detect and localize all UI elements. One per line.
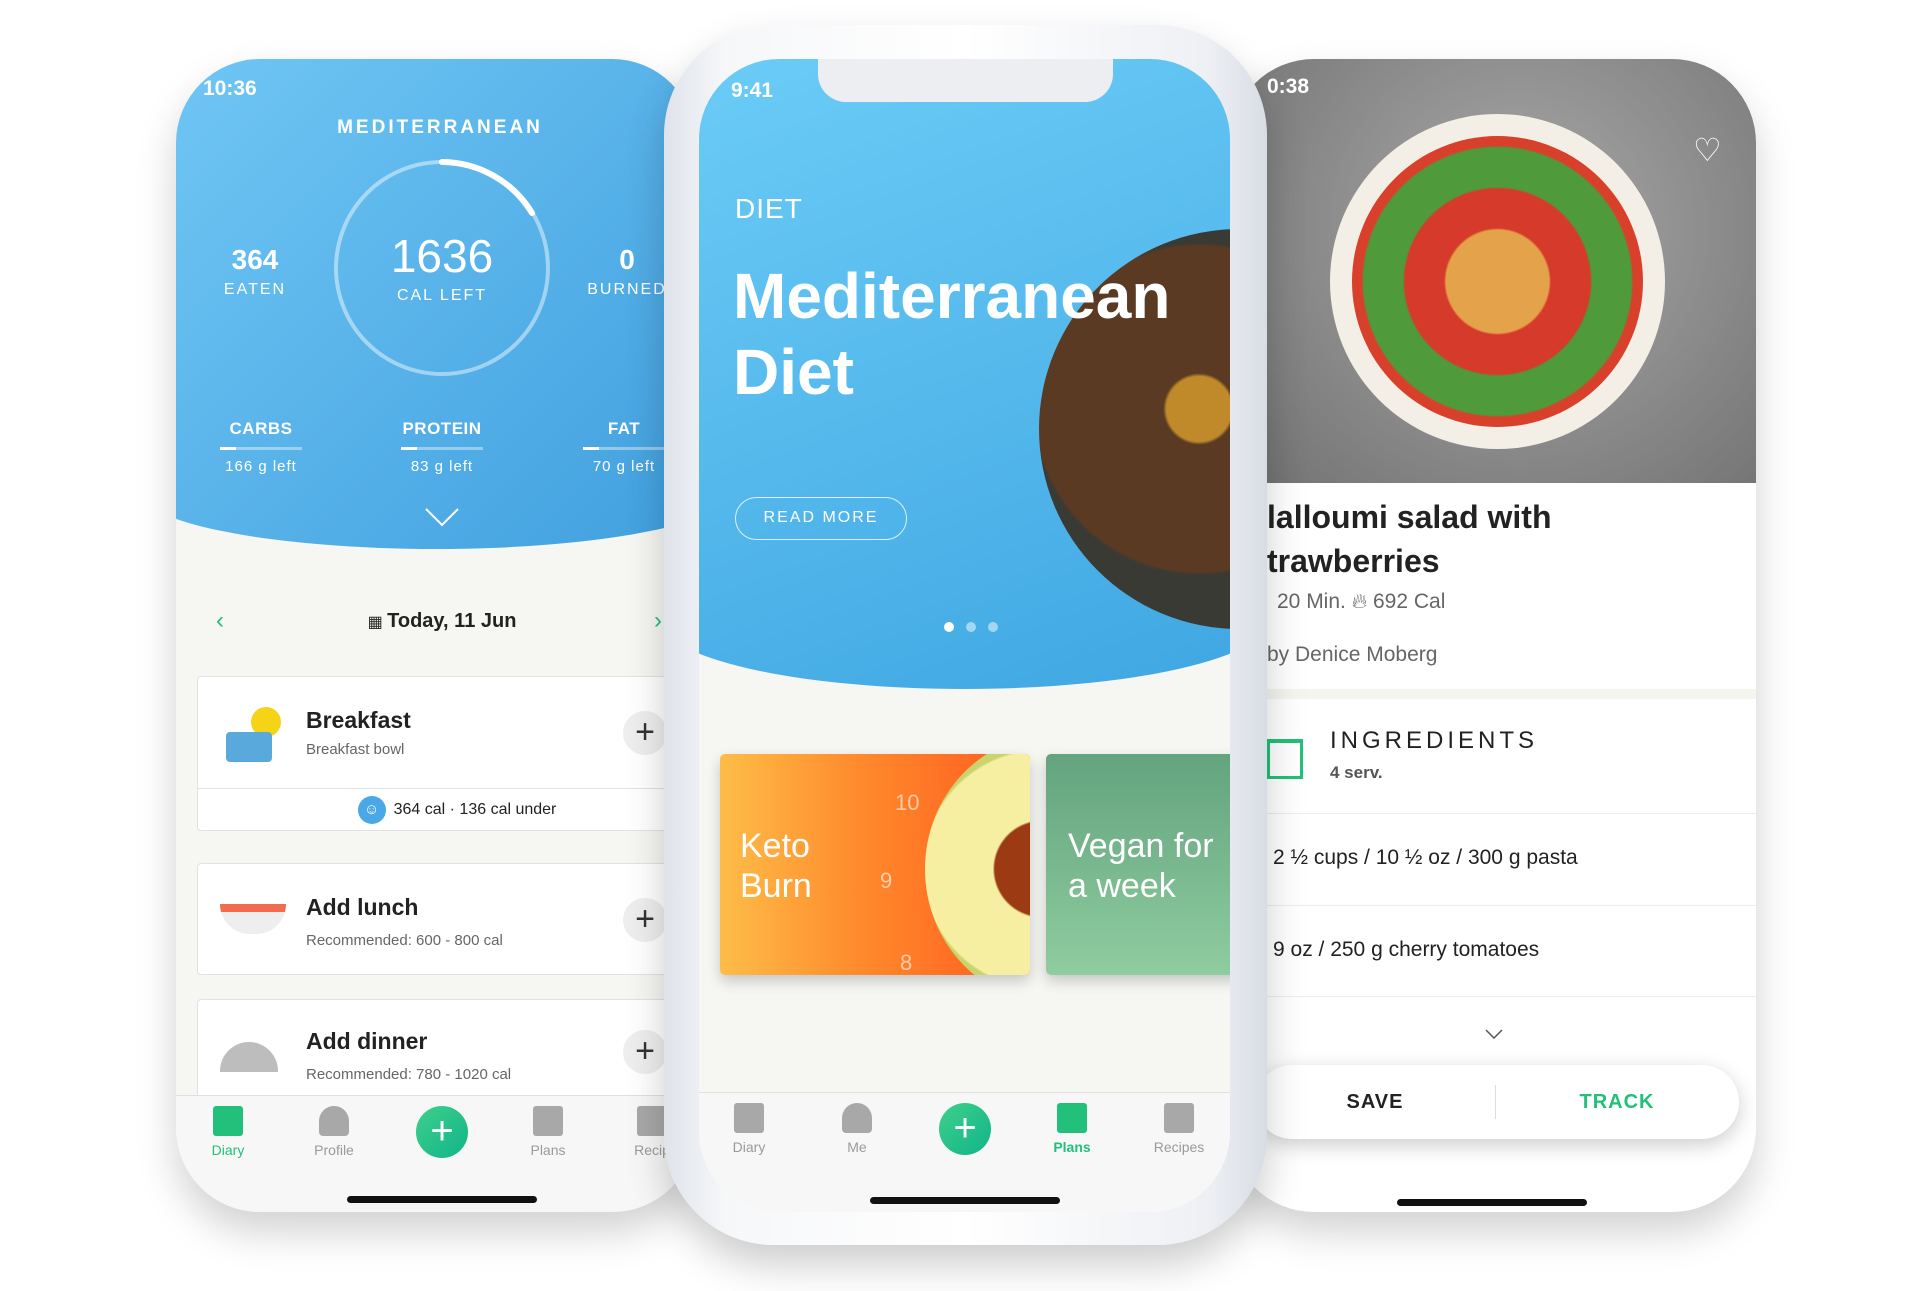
cloche-candle-icon <box>220 1042 278 1072</box>
macro-carbs: CARBS 166 g left <box>220 419 302 475</box>
salmon-salad-icon <box>220 904 286 934</box>
macro-protein: PROTEIN 83 g left <box>401 419 483 475</box>
meal-card-lunch[interactable]: Add lunch Recommended: 600 - 800 cal + <box>197 863 696 975</box>
salad-plate <box>1330 114 1665 449</box>
measuring-cup-icon <box>1267 739 1303 779</box>
meal-summary: ☺ 364 cal · 136 cal under <box>198 788 696 831</box>
recipe-title-line1: lalloumi salad with <box>1267 499 1552 535</box>
status-time: 9:41 <box>731 79 774 102</box>
diary-icon <box>213 1106 243 1136</box>
toaster-sun-icon <box>226 707 291 767</box>
prev-day-icon[interactable]: ‹ <box>216 607 224 635</box>
dial-tick-label: 10 <box>895 790 920 815</box>
ingredient-row: 9 oz / 250 g cherry tomatoes <box>1230 905 1756 996</box>
plan-title: MEDITERRANEAN <box>337 117 543 138</box>
plan-title: Keto Burn <box>740 827 812 905</box>
add-lunch-button[interactable]: + <box>623 898 667 942</box>
eaten-label: EATEN <box>223 281 287 298</box>
status-time: 10:36 <box>203 77 257 100</box>
tab-recipes[interactable]: Recipes <box>1134 1103 1224 1155</box>
notch <box>818 59 1113 102</box>
tab-diary[interactable]: Diary <box>704 1103 794 1155</box>
save-button[interactable]: SAVE <box>1255 1065 1495 1139</box>
recipe-screen: 0:38 ♡ lalloumi salad with trawberries 2… <box>1230 59 1756 1212</box>
calendar-icon: ▦ <box>367 614 388 631</box>
hero-title-line2: Diet <box>733 336 854 408</box>
tab-profile[interactable]: Profile <box>289 1106 379 1158</box>
burned-value: 0 <box>619 244 635 275</box>
plan-card-keto[interactable]: Keto Burn 10 9 8 <box>720 754 1030 975</box>
tab-plans[interactable]: Plans <box>1027 1103 1117 1155</box>
plan-card-vegan[interactable]: Vegan for a week <box>1046 754 1230 975</box>
meal-subtitle: Breakfast bowl <box>306 741 405 758</box>
hero-title-line1: Mediterranean <box>733 260 1171 332</box>
flame-icon: 🔥︎ <box>1351 590 1368 613</box>
cal-left-value: 1636 <box>390 230 494 282</box>
eaten-value: 364 <box>231 244 279 275</box>
read-more-button[interactable]: READ MORE <box>735 497 907 540</box>
ingredient-row: 2 ½ cups / 10 ½ oz / 300 g pasta <box>1230 813 1756 905</box>
status-time: 0:38 <box>1267 75 1310 98</box>
action-bar: SAVE TRACK <box>1255 1065 1739 1139</box>
tab-bar: Diary Profile + Plans Recip <box>176 1095 696 1212</box>
meal-subtitle: Recommended: 600 - 800 cal <box>306 932 503 949</box>
date-selector[interactable]: ▦ Today, 11 Jun <box>368 610 517 633</box>
chevron-down-icon[interactable] <box>425 507 459 527</box>
recipe-title-line2: trawberries <box>1267 543 1440 579</box>
tab-me[interactable]: Me <box>812 1103 902 1155</box>
add-dinner-button[interactable]: + <box>623 1030 667 1074</box>
servings[interactable]: 4 serv. <box>1330 763 1383 783</box>
home-indicator <box>347 1196 537 1203</box>
section-divider <box>1230 689 1756 699</box>
dial-tick-label: 8 <box>900 950 913 975</box>
recipe-meta: 20 Min. 🔥︎ 692 Cal <box>1277 590 1446 613</box>
burned-label: BURNED <box>587 281 667 298</box>
home-indicator <box>870 1197 1060 1204</box>
plans-screen: 9:41 DIET Mediterranean Diet READ MORE K… <box>699 59 1230 1212</box>
smiley-icon: ☺ <box>357 795 386 824</box>
meal-title: Add dinner <box>306 1028 428 1054</box>
add-button[interactable]: + <box>939 1103 991 1155</box>
chef-hat-icon <box>637 1106 667 1136</box>
recipe-photo <box>1230 59 1756 483</box>
diary-icon <box>734 1103 764 1133</box>
diary-screen: 10:36 MEDITERRANEAN 1636 CAL LEFT 364 EA… <box>176 59 696 1212</box>
heart-icon[interactable]: ♡ <box>1693 131 1722 169</box>
recipe-author[interactable]: by Denice Moberg <box>1267 643 1437 667</box>
plan-title: Vegan for a week <box>1068 827 1214 905</box>
carousel-dots[interactable] <box>944 619 998 637</box>
meal-title: Add lunch <box>306 894 419 920</box>
plans-icon <box>533 1106 563 1136</box>
meal-subtitle: Recommended: 780 - 1020 cal <box>306 1066 512 1083</box>
category-label: DIET <box>735 193 803 224</box>
meal-card-breakfast[interactable]: Breakfast Breakfast bowl + ☺ 364 cal · 13… <box>197 676 696 831</box>
cal-left-label: CAL LEFT <box>396 287 488 304</box>
tab-plans[interactable]: Plans <box>503 1106 593 1158</box>
plans-icon <box>1057 1103 1087 1133</box>
chef-hat-icon <box>1164 1103 1194 1133</box>
tab-bar: Diary Me + Plans Recipes <box>699 1092 1230 1212</box>
profile-icon <box>842 1103 872 1133</box>
macro-fat: FAT 70 g left <box>583 419 665 475</box>
home-indicator <box>1397 1199 1587 1206</box>
chevron-down-icon[interactable] <box>1485 1029 1503 1039</box>
next-day-icon[interactable]: › <box>654 607 662 635</box>
add-breakfast-button[interactable]: + <box>623 711 667 755</box>
phone-frame: 9:41 DIET Mediterranean Diet READ MORE K… <box>664 25 1267 1245</box>
dial-tick-label: 9 <box>880 868 893 893</box>
add-button[interactable]: + <box>416 1106 468 1158</box>
ingredients-title: INGREDIENTS <box>1330 727 1539 754</box>
profile-icon <box>319 1106 349 1136</box>
track-button[interactable]: TRACK <box>1495 1065 1739 1139</box>
meal-title: Breakfast <box>306 707 411 733</box>
tab-diary[interactable]: Diary <box>183 1106 273 1158</box>
avocado-image <box>925 754 1030 975</box>
